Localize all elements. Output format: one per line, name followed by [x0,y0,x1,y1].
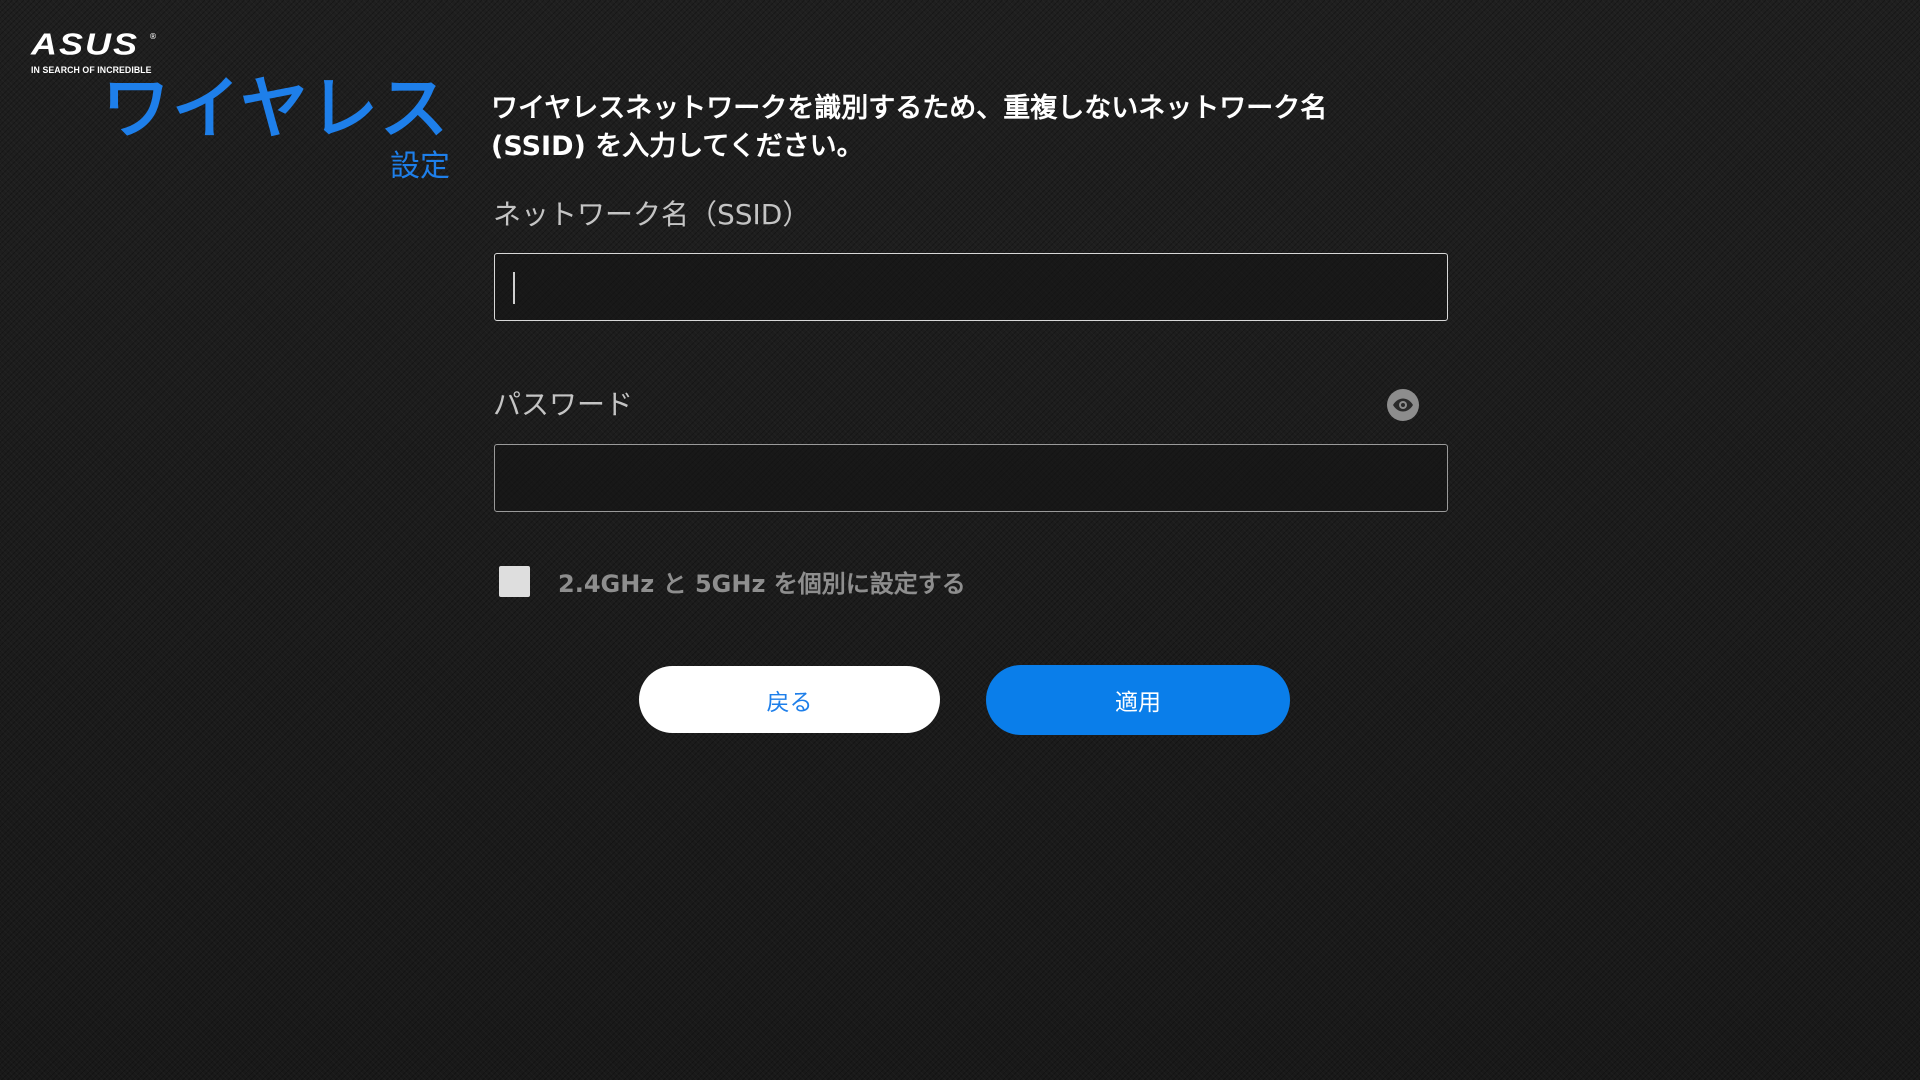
separate-bands-label[interactable]: 2.4GHz と 5GHz を個別に設定する [558,564,966,599]
apply-button[interactable]: 適用 [986,665,1290,735]
back-button[interactable]: 戻る [639,666,940,733]
logo-registered-mark: ® [149,32,157,41]
page-heading: ワイヤレス 設定 [102,72,450,186]
page-subtitle: 設定 [390,149,450,184]
asus-logo: ASUS ® IN SEARCH OF INCREDIBLE [31,26,157,76]
ssid-input[interactable] [494,253,1448,321]
ssid-label: ネットワーク名（SSID） [493,198,811,231]
show-password-button[interactable] [1387,389,1419,421]
page-title: ワイヤレス [102,70,450,149]
page-description: ワイヤレスネットワークを識別するため、重複しないネットワーク名 (SSID) を… [491,93,1328,162]
eye-icon [1393,398,1413,412]
password-label: パスワード [493,388,634,421]
password-input[interactable] [494,444,1448,512]
logo-wordmark: ASUS [31,26,140,62]
separate-bands-option[interactable]: 2.4GHz と 5GHz を個別に設定する [499,564,966,598]
text-caret [513,272,515,304]
separate-bands-checkbox[interactable] [499,565,530,597]
